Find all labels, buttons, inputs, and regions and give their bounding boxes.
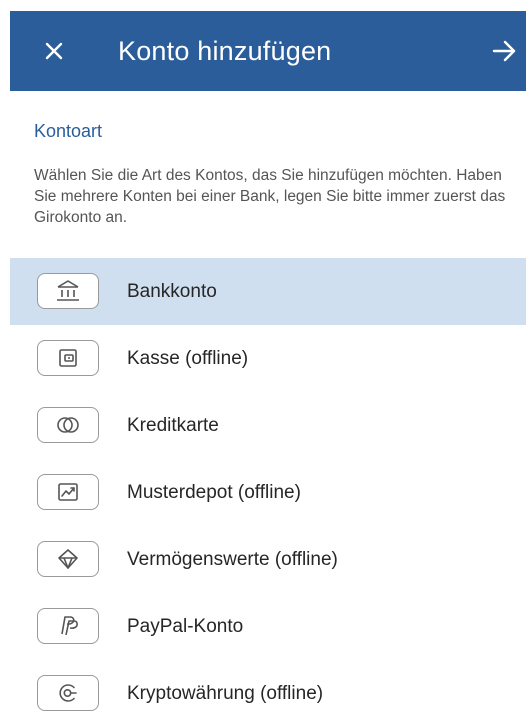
account-item-vermoegenswerte[interactable]: Vermögenswerte (offline) [10,526,526,593]
account-item-label: PayPal-Konto [127,616,244,637]
account-item-label: Vermögenswerte (offline) [127,549,338,570]
account-type-list: Bankkonto Kasse (offline) Kreditkarte Mu… [10,258,526,727]
account-item-musterdepot[interactable]: Musterdepot (offline) [10,459,526,526]
section-title: Kontoart [34,121,103,141]
close-button[interactable] [38,35,70,67]
arrow-right-icon [492,40,516,62]
bank-icon [37,273,99,309]
account-item-label: Kryptowährung (offline) [127,683,324,704]
app-bar: Konto hinzufügen [10,11,526,91]
close-icon [45,42,63,60]
next-button[interactable] [488,35,520,67]
account-item-label: Kasse (offline) [127,348,249,369]
section-description: Wählen Sie die Art des Kontos, das Sie h… [34,167,506,226]
account-item-label: Musterdepot (offline) [127,482,301,503]
account-item-bankkonto[interactable]: Bankkonto [10,258,526,325]
chart-icon [37,474,99,510]
wallet-icon [37,340,99,376]
account-item-label: Kreditkarte [127,415,219,436]
page-title: Konto hinzufügen [118,36,332,66]
crypto-icon [37,675,99,711]
diamond-icon [37,541,99,577]
paypal-icon [37,608,99,644]
account-item-paypal[interactable]: PayPal-Konto [10,593,526,660]
account-item-label: Bankkonto [127,281,217,302]
account-item-kasse[interactable]: Kasse (offline) [10,325,526,392]
account-item-krypto[interactable]: Kryptowährung (offline) [10,660,526,727]
credit-card-icon [37,407,99,443]
account-item-kreditkarte[interactable]: Kreditkarte [10,392,526,459]
